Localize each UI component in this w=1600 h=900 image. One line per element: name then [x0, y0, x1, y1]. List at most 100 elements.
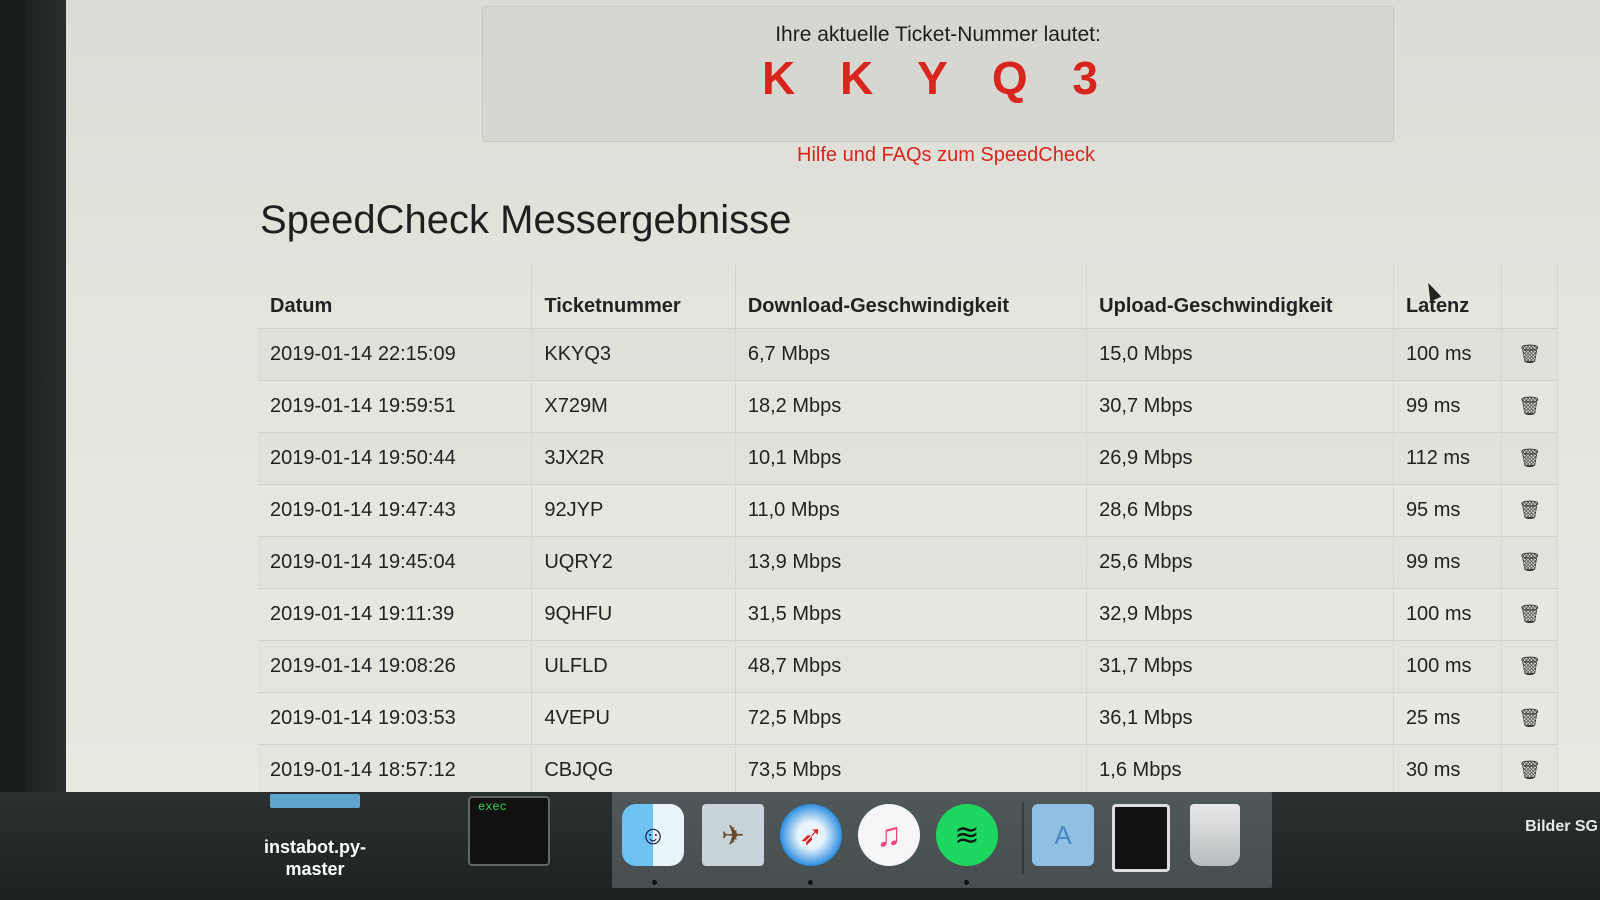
cell-ticket: ULFLD	[531, 640, 736, 693]
column-header-upload: Upload-Geschwindigkeit	[1086, 264, 1394, 329]
delete-row-button[interactable]: 🗑	[1501, 692, 1558, 745]
cell-upload: 15,0 Mbps	[1086, 328, 1394, 381]
trash-icon: 🗑	[1518, 500, 1542, 520]
results-table: Datum Ticketnummer Download-Geschwindigk…	[258, 264, 1558, 792]
page-title: SpeedCheck Messergebnisse	[260, 198, 792, 242]
cell-latency: 100 ms	[1393, 640, 1503, 693]
trash-icon: 🗑	[1518, 708, 1542, 728]
delete-row-button[interactable]: 🗑	[1501, 484, 1558, 537]
cell-ticket: 4VEPU	[531, 692, 736, 745]
table-row: 2019-01-14 19:11:39 9QHFU 31,5 Mbps 32,9 Mb…	[258, 588, 1558, 641]
cell-download: 10,1 Mbps	[735, 432, 1088, 485]
column-header-latency: Latenz	[1393, 264, 1503, 329]
trash-icon: 🗑	[1518, 604, 1542, 624]
cell-download: 13,9 Mbps	[735, 536, 1088, 589]
cell-upload: 1,6 Mbps	[1086, 744, 1394, 792]
cell-upload: 28,6 Mbps	[1086, 484, 1394, 537]
itunes-icon[interactable]: ♫	[858, 804, 920, 866]
cell-date: 2019-01-14 19:03:53	[258, 692, 533, 745]
trash-icon[interactable]	[1190, 804, 1240, 866]
cell-date: 2019-01-14 19:08:26	[258, 640, 533, 693]
cell-ticket: X729M	[531, 380, 736, 433]
cell-ticket: 92JYP	[531, 484, 736, 537]
cell-upload: 36,1 Mbps	[1086, 692, 1394, 745]
delete-row-button[interactable]: 🗑	[1501, 588, 1558, 641]
cell-date: 2019-01-14 18:57:12	[258, 744, 533, 792]
column-header-ticket: Ticketnummer	[531, 264, 736, 329]
cell-latency: 100 ms	[1393, 328, 1503, 381]
cell-latency: 100 ms	[1393, 588, 1503, 641]
table-header-row: Datum Ticketnummer Download-Geschwindigk…	[258, 264, 1558, 329]
safari-icon[interactable]: ➶	[780, 804, 842, 866]
table-row: 2019-01-14 22:15:09 KKYQ3 6,7 Mbps 15,0 Mbp…	[258, 328, 1558, 381]
column-header-actions	[1501, 264, 1558, 329]
trash-icon: 🗑	[1518, 760, 1542, 780]
delete-row-button[interactable]: 🗑	[1501, 432, 1558, 485]
table-row: 2019-01-14 19:03:53 4VEPU 72,5 Mbps 36,1 Mb…	[258, 692, 1558, 745]
table-row: 2019-01-14 19:50:44 3JX2R 10,1 Mbps 26,9 Mb…	[258, 432, 1558, 485]
table-row: 2019-01-14 19:45:04 UQRY2 13,9 Mbps 25,6 Mb…	[258, 536, 1558, 589]
ticket-panel: Ihre aktuelle Ticket-Nummer lautet: K K …	[482, 6, 1394, 142]
delete-row-button[interactable]: 🗑	[1501, 380, 1558, 433]
safari-running-dot	[808, 880, 813, 885]
ticket-label: Ihre aktuelle Ticket-Nummer lautet:	[775, 23, 1101, 46]
terminal-icon[interactable]	[1112, 804, 1170, 872]
cell-upload: 26,9 Mbps	[1086, 432, 1394, 485]
dock: ☺ ✈ ➶ ♫ ≋ A	[612, 792, 1272, 888]
exec-label: exec	[478, 800, 507, 814]
cell-latency: 25 ms	[1393, 692, 1503, 745]
cell-download: 48,7 Mbps	[735, 640, 1088, 693]
table-row: 2019-01-14 19:08:26 ULFLD 48,7 Mbps 31,7 Mb…	[258, 640, 1558, 693]
trash-icon: 🗑	[1518, 344, 1542, 364]
dock-separator	[1022, 802, 1024, 874]
cell-date: 2019-01-14 19:11:39	[258, 588, 533, 641]
cell-date: 2019-01-14 19:45:04	[258, 536, 533, 589]
cell-download: 6,7 Mbps	[735, 328, 1088, 381]
column-header-download: Download-Geschwindigkeit	[735, 264, 1088, 329]
desktop-folder-label[interactable]: instabot.py- master	[250, 836, 380, 880]
cell-download: 11,0 Mbps	[735, 484, 1088, 537]
exec-terminal-icon[interactable]: exec	[468, 796, 550, 866]
table-row: 2019-01-14 19:59:51 X729M 18,2 Mbps 30,7 Mb…	[258, 380, 1558, 433]
cell-latency: 99 ms	[1393, 380, 1503, 433]
cell-ticket: CBJQG	[531, 744, 736, 792]
cell-date: 2019-01-14 22:15:09	[258, 328, 533, 381]
column-header-date: Datum	[258, 264, 533, 329]
cell-upload: 30,7 Mbps	[1086, 380, 1394, 433]
cell-download: 73,5 Mbps	[735, 744, 1088, 792]
cell-ticket: 3JX2R	[531, 432, 736, 485]
folder-icon[interactable]	[270, 794, 360, 808]
cell-upload: 32,9 Mbps	[1086, 588, 1394, 641]
cell-latency: 30 ms	[1393, 744, 1503, 792]
trash-icon: 🗑	[1518, 552, 1542, 572]
finder-running-dot	[652, 880, 657, 885]
cell-upload: 31,7 Mbps	[1086, 640, 1394, 693]
trash-icon: 🗑	[1518, 396, 1542, 416]
spotify-icon[interactable]: ≋	[936, 804, 998, 866]
cell-latency: 112 ms	[1393, 432, 1503, 485]
delete-row-button[interactable]: 🗑	[1501, 640, 1558, 693]
cell-ticket: 9QHFU	[531, 588, 736, 641]
appstore-folder-icon[interactable]: A	[1032, 804, 1094, 866]
desktop-bottom: instabot.py- master exec ☺ ✈ ➶ ♫ ≋ A Bil…	[0, 792, 1600, 900]
help-faq-link[interactable]: Hilfe und FAQs zum SpeedCheck	[26, 144, 1600, 167]
delete-row-button[interactable]: 🗑	[1501, 744, 1558, 792]
cell-ticket: UQRY2	[531, 536, 736, 589]
delete-row-button[interactable]: 🗑	[1501, 328, 1558, 381]
window-edge	[26, 0, 66, 792]
mail-icon[interactable]: ✈	[702, 804, 764, 866]
desktop-folder-label-right[interactable]: Bilder SG	[1525, 818, 1598, 836]
spotify-running-dot	[964, 880, 969, 885]
delete-row-button[interactable]: 🗑	[1501, 536, 1558, 589]
cell-latency: 99 ms	[1393, 536, 1503, 589]
cell-latency: 95 ms	[1393, 484, 1503, 537]
ticket-number: K K Y Q 3	[762, 52, 1114, 104]
trash-icon: 🗑	[1518, 448, 1542, 468]
browser-page: Ihre aktuelle Ticket-Nummer lautet: K K …	[26, 0, 1600, 792]
cell-date: 2019-01-14 19:50:44	[258, 432, 533, 485]
finder-icon[interactable]: ☺	[622, 804, 684, 866]
table-row: 2019-01-14 19:47:43 92JYP 11,0 Mbps 28,6 Mb…	[258, 484, 1558, 537]
cell-download: 18,2 Mbps	[735, 380, 1088, 433]
cell-download: 72,5 Mbps	[735, 692, 1088, 745]
cell-ticket: KKYQ3	[531, 328, 736, 381]
